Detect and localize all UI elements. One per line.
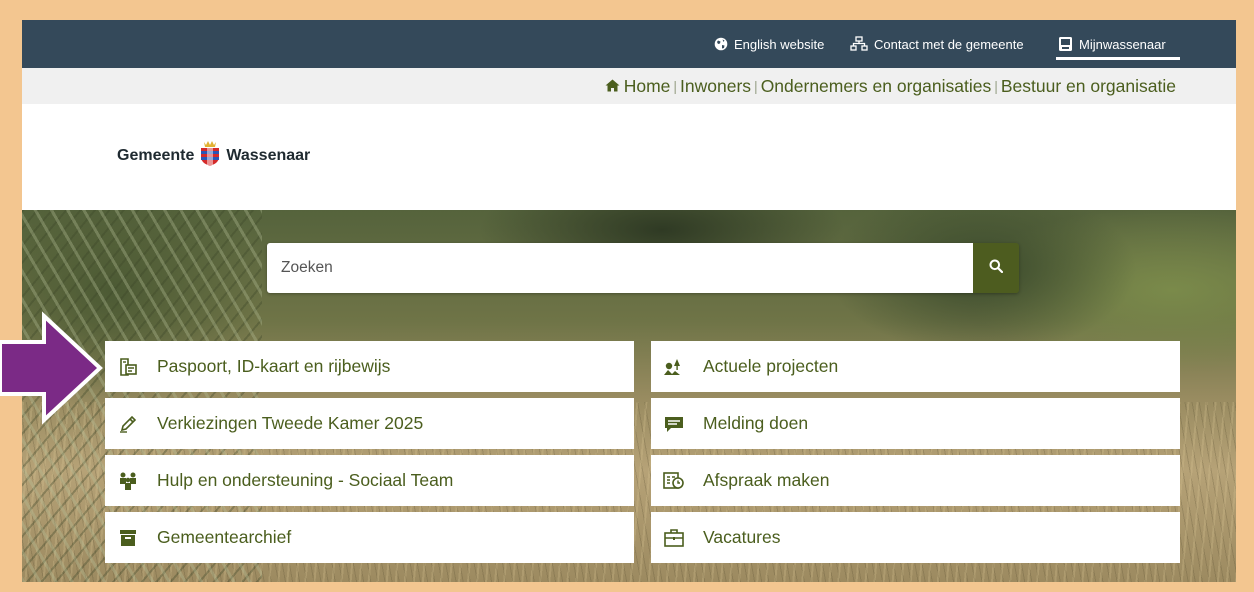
nav-inwoners[interactable]: Inwoners [680, 76, 751, 97]
logo-text-wassenaar: Wassenaar [226, 146, 311, 164]
coat-of-arms-icon [199, 140, 221, 171]
nav-home-label: Home [623, 75, 671, 96]
active-underline [1056, 57, 1180, 60]
nav-separator: | [994, 78, 998, 94]
annotation-arrow-icon [0, 310, 106, 428]
archive-icon [116, 526, 140, 550]
tile-paspoort[interactable]: Paspoort, ID-kaart en rijbewijs [105, 341, 634, 392]
people-icon [116, 469, 140, 493]
nav-separator: | [673, 78, 678, 94]
english-website-link[interactable]: English website [714, 20, 824, 68]
id-card-icon [116, 355, 140, 379]
contact-label: Contact met de gemeente [874, 36, 1024, 52]
hero-banner: Paspoort, ID-kaart en rijbewijs Actuele … [22, 210, 1236, 582]
search-button[interactable] [973, 243, 1019, 293]
contact-link[interactable]: Contact met de gemeente [850, 20, 1024, 68]
site-header: Gemeente Wassenaar [22, 104, 1236, 210]
tile-hulp-ondersteuning[interactable]: Hulp en ondersteuning - Sociaal Team [105, 455, 634, 506]
nav-ondernemers[interactable]: Ondernemers en organisaties [761, 76, 992, 97]
tile-gemeentearchief[interactable]: Gemeentearchief [105, 512, 634, 563]
tile-vacatures[interactable]: Vacatures [651, 512, 1180, 563]
top-utility-bar: English website Contact met de gemeente … [22, 20, 1236, 68]
main-navigation: Home | Inwoners | Ondernemers en organis… [22, 68, 1236, 104]
calendar-clock-icon [662, 469, 686, 493]
tile-label: Verkiezingen Tweede Kamer 2025 [157, 413, 424, 433]
nav-home[interactable]: Home [605, 75, 671, 97]
mijnwassenaar-link[interactable]: Mijnwassenaar [1058, 20, 1166, 68]
nav-bestuur[interactable]: Bestuur en organisatie [1001, 76, 1176, 97]
gemeente-wassenaar-logo[interactable]: Gemeente Wassenaar [117, 140, 310, 171]
tile-melding-doen[interactable]: Melding doen [651, 398, 1180, 449]
projects-icon [662, 355, 686, 379]
tile-label: Hulp en ondersteuning - Sociaal Team [157, 470, 454, 490]
search-bar [267, 243, 1019, 293]
sitemap-icon [850, 36, 868, 52]
briefcase-icon [662, 526, 686, 550]
browser-viewport: English website Contact met de gemeente … [22, 20, 1236, 582]
english-website-label: English website [734, 36, 825, 52]
tile-verkiezingen[interactable]: Verkiezingen Tweede Kamer 2025 [105, 398, 634, 449]
globe-icon [714, 37, 728, 51]
user-portal-icon [1058, 36, 1073, 52]
tile-label: Actuele projecten [703, 356, 839, 376]
tile-label: Melding doen [703, 413, 809, 433]
logo-text-gemeente: Gemeente [117, 146, 195, 164]
tile-label: Gemeentearchief [157, 527, 292, 547]
tile-label: Afspraak maken [703, 470, 830, 490]
search-input[interactable] [267, 243, 973, 293]
mijnwassenaar-label: Mijnwassenaar [1079, 36, 1166, 52]
message-icon [662, 412, 686, 436]
tile-actuele-projecten[interactable]: Actuele projecten [651, 341, 1180, 392]
home-icon [605, 76, 620, 97]
nav-separator: | [754, 78, 758, 94]
tile-afspraak-maken[interactable]: Afspraak maken [651, 455, 1180, 506]
tile-label: Paspoort, ID-kaart en rijbewijs [157, 356, 391, 376]
tile-label: Vacatures [703, 527, 781, 547]
search-icon [989, 259, 1004, 278]
pencil-icon [116, 412, 140, 436]
